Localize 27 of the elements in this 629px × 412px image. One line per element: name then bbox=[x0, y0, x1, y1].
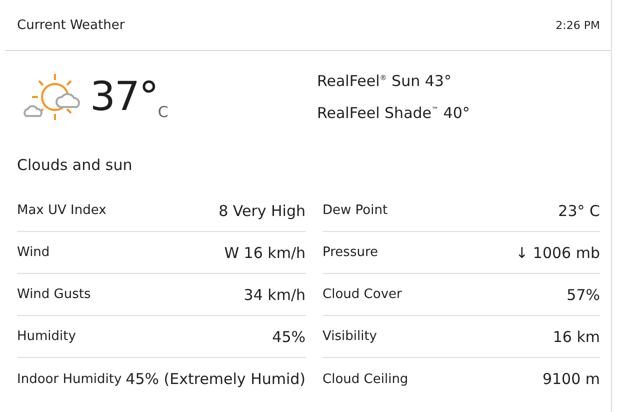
detail-value: 45% (Extremely Humid) bbox=[126, 370, 306, 388]
detail-label: Indoor Humidity bbox=[17, 372, 122, 386]
detail-value: 45% bbox=[272, 328, 306, 346]
detail-label: Pressure bbox=[322, 245, 378, 260]
temperature-unit: C bbox=[158, 103, 168, 121]
detail-label: Cloud Ceiling bbox=[322, 372, 408, 386]
detail-value: 8 Very High bbox=[218, 202, 306, 220]
detail-value: 9100 m bbox=[542, 370, 600, 388]
temperature: 37° bbox=[90, 77, 158, 117]
detail-value: 23° C bbox=[558, 202, 600, 220]
card-title: Current Weather bbox=[17, 18, 125, 32]
detail-label: Wind bbox=[17, 245, 50, 260]
detail-label: Visibility bbox=[322, 329, 377, 344]
time-text: 2:26 PM bbox=[556, 18, 600, 32]
detail-value: 34 km/h bbox=[244, 286, 306, 304]
detail-label: Humidity bbox=[17, 329, 76, 344]
weather-phrase: Clouds and sun bbox=[16, 155, 134, 176]
detail-label: Wind Gusts bbox=[17, 287, 91, 302]
realfeel-text: RealFeel Shade$^{™}$ 40° bbox=[317, 104, 470, 122]
detail-value: ↓ 1006 mb bbox=[516, 244, 600, 262]
detail-label: Dew Point bbox=[322, 203, 388, 218]
detail-label: Cloud Cover bbox=[322, 287, 402, 302]
detail-label: Max UV Index bbox=[17, 203, 106, 218]
detail-value: 16 km bbox=[552, 328, 600, 346]
detail-value: 57% bbox=[566, 286, 600, 304]
detail-value: W 16 km/h bbox=[224, 244, 306, 262]
realfeel-text: RealFeel$^{®}$ Sun 43° bbox=[317, 72, 452, 90]
